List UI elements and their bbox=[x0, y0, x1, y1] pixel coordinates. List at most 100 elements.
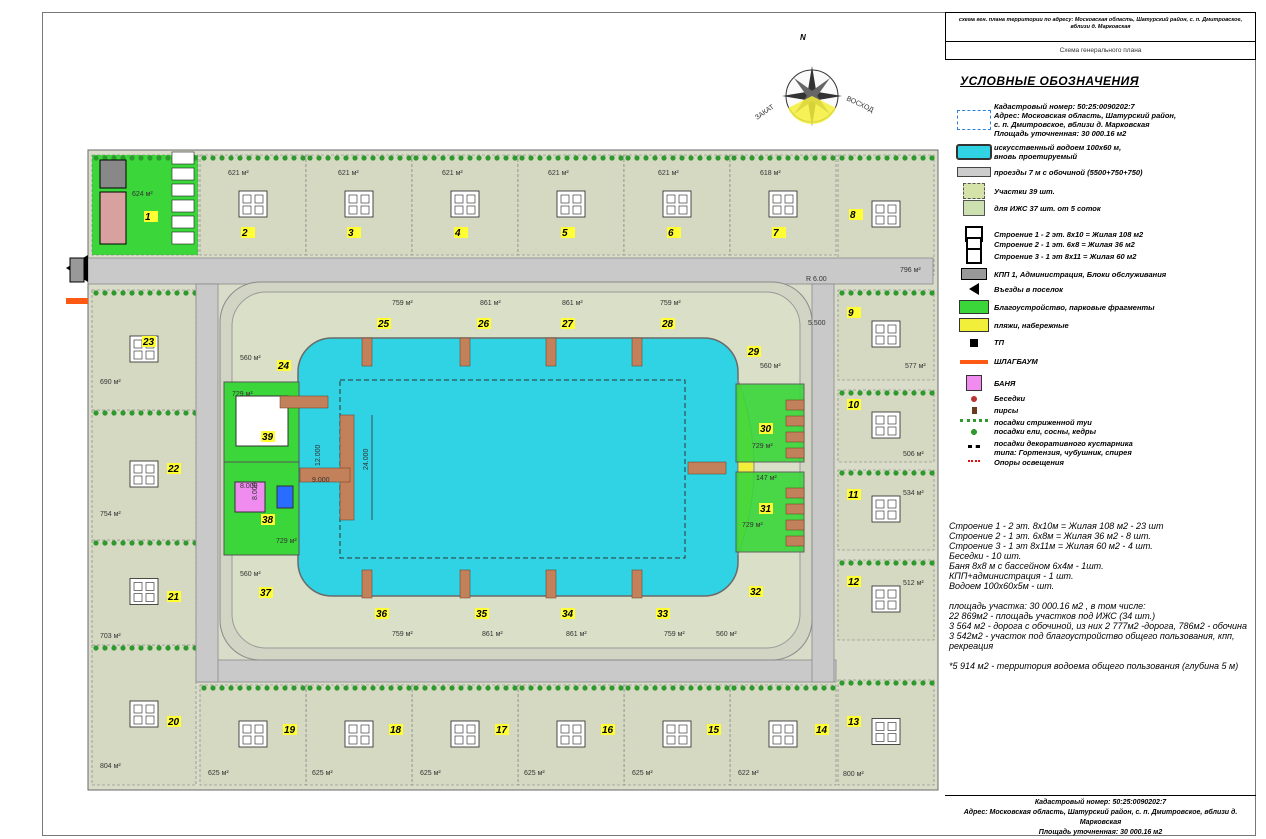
plot-area: 796 м² bbox=[900, 267, 921, 274]
plot-number: 6 bbox=[668, 228, 674, 239]
plot-area: 861 м² bbox=[482, 631, 503, 638]
plot-area: 861 м² bbox=[562, 300, 583, 307]
kpp-icon bbox=[69, 257, 85, 283]
legend-item: БАНЯ bbox=[960, 375, 1015, 391]
stamp-line-3: Площадь уточненная: 30 000.16 м2 bbox=[1038, 829, 1163, 836]
plot-area: 703 м² bbox=[100, 633, 121, 640]
house-icon bbox=[129, 460, 159, 488]
tp-icon bbox=[970, 338, 978, 347]
road-icon bbox=[957, 167, 991, 177]
legend-text: посадки ели, сосны, кедры bbox=[994, 427, 1096, 436]
summary-line: 3 542м2 - участок под благоустройство об… bbox=[949, 631, 1235, 651]
legend-item: посадки декоративного кустарника типа: Г… bbox=[960, 439, 1133, 457]
legend-item: Беседки bbox=[960, 394, 1025, 403]
house-icon bbox=[556, 190, 586, 218]
plot-area: 621 м² bbox=[228, 170, 249, 177]
compass-north: N bbox=[800, 33, 806, 42]
site-plan-sheet: 24.000 12.000 9.000 8.000 8.000 147 м² R… bbox=[0, 0, 1266, 839]
legend-item: пляжи, набережные bbox=[959, 318, 1069, 332]
legend-text: БАНЯ bbox=[994, 378, 1016, 388]
plot-area: 625 м² bbox=[524, 770, 545, 777]
plot-icon bbox=[963, 183, 985, 199]
compass-voskhod: ВОСХОД bbox=[845, 95, 874, 114]
conifer-icon bbox=[968, 427, 980, 436]
plot-number: 33 bbox=[657, 609, 669, 620]
compass-zakat: ЗАКАТ bbox=[754, 103, 776, 121]
banya-label-b: 8.000 bbox=[252, 482, 259, 500]
green-area-icon bbox=[959, 300, 989, 314]
house-icon bbox=[871, 718, 901, 745]
plot-area: 861 м² bbox=[480, 300, 501, 307]
house-icon bbox=[871, 411, 901, 439]
plot-number: 18 bbox=[390, 725, 402, 736]
legend-text: ТП bbox=[994, 338, 1004, 347]
house-icon bbox=[450, 190, 480, 218]
summary-line: 22 869м2 - площадь участков под ИЖС (34 … bbox=[949, 611, 1156, 621]
plot-number: 2 bbox=[241, 228, 248, 239]
house-icon bbox=[871, 585, 901, 613]
plot-area: 624 м² bbox=[132, 191, 153, 198]
summary-line: Баня 8х8 м с бассейном 6х4м - 1шт. bbox=[949, 561, 1104, 571]
summary-line bbox=[949, 591, 1249, 601]
legend-text: Беседки bbox=[994, 394, 1026, 403]
legend-item: посадки стриженной туи bbox=[960, 418, 1092, 427]
plot-area: 690 м² bbox=[100, 379, 121, 386]
parking-icon bbox=[171, 183, 195, 197]
plot-area: 560 м² bbox=[240, 571, 261, 578]
legend-text: Благоустройство, парковые фрагменты bbox=[994, 302, 1155, 312]
plot-number: 38 bbox=[262, 515, 274, 526]
legend-item: проезды 7 м с обочиной (5500+750+750) bbox=[957, 167, 1143, 177]
legend-text: пляжи, набережные bbox=[994, 320, 1069, 330]
summary-line: Беседки - 10 шт. bbox=[949, 551, 1022, 561]
plot-area: 621 м² bbox=[442, 170, 463, 177]
legend-text: КПП 1, Администрация, Блоки обслуживания bbox=[994, 269, 1167, 279]
plot-number: 31 bbox=[760, 504, 772, 515]
plot-3 bbox=[305, 154, 413, 256]
house-icon bbox=[450, 720, 480, 748]
plot-area: 560 м² bbox=[240, 355, 261, 362]
gazebo-icon bbox=[785, 535, 805, 547]
gazebo-icon bbox=[971, 395, 977, 402]
legend-text: Участки 39 шт. bbox=[994, 186, 1055, 196]
pier-icon bbox=[459, 337, 471, 367]
legend-item: посадки ели, сосны, кедры bbox=[960, 427, 1096, 436]
plot-area: 625 м² bbox=[312, 770, 333, 777]
plot-area: 534 м² bbox=[903, 490, 924, 497]
plot-area: 560 м² bbox=[760, 363, 781, 370]
road-left bbox=[195, 283, 219, 683]
parking-icon bbox=[171, 215, 195, 229]
radius-label: R 6.00 bbox=[806, 276, 827, 283]
plot-area: 729 м² bbox=[752, 443, 773, 450]
legend-text: Кадастровый номер: 50:25:0090202:7 Адрес… bbox=[994, 102, 1177, 138]
stamp-line-2: Адрес: Московская область, Шатурский рай… bbox=[963, 809, 1238, 826]
plot-12 bbox=[837, 559, 935, 641]
summary-line: *5 914 м2 - территория водоема общего по… bbox=[949, 661, 1239, 671]
plot-area: 759 м² bbox=[664, 631, 685, 638]
lake-length-label: 24.000 bbox=[363, 448, 370, 470]
legend-item: для ИЖС 37 шт. от 5 соток bbox=[960, 200, 1101, 216]
plot-area: 625 м² bbox=[208, 770, 229, 777]
summary-line: Строение 1 - 2 эт. 8х10м = Жилая 108 м2 … bbox=[949, 521, 1164, 531]
plot-number: 34 bbox=[562, 609, 574, 620]
plot-area: 622 м² bbox=[738, 770, 759, 777]
plot-number: 26 bbox=[477, 319, 490, 330]
plot-area: 729 м² bbox=[232, 391, 253, 398]
beach-area-label: 147 м² bbox=[756, 475, 777, 482]
title-block: схема ген. плана территории по адресу: М… bbox=[945, 12, 1256, 42]
plot-area: 729 м² bbox=[742, 522, 763, 529]
house-icon bbox=[768, 720, 798, 748]
subtitle-text: Схема генерального плана bbox=[1059, 47, 1142, 54]
plot-number: 29 bbox=[747, 347, 760, 358]
width-label: 5.500 bbox=[808, 320, 826, 327]
plot-area: 759 м² bbox=[392, 300, 413, 307]
pool bbox=[276, 485, 294, 509]
entry-arrow-icon bbox=[969, 283, 979, 295]
parking-icon bbox=[171, 231, 195, 245]
summary-line: 3 564 м2 - дорога с обочиной, из них 2 7… bbox=[949, 621, 1247, 631]
legend-item: Участки 39 шт. bbox=[960, 183, 1055, 199]
plot-number: 28 bbox=[661, 319, 674, 330]
plot-area: 729 м² bbox=[276, 538, 297, 545]
parking-icon bbox=[171, 151, 195, 165]
legend-text: Строение 3 - 1 эт 8х11 = Жилая 60 м2 bbox=[994, 251, 1137, 261]
plot-number: 21 bbox=[167, 592, 180, 603]
